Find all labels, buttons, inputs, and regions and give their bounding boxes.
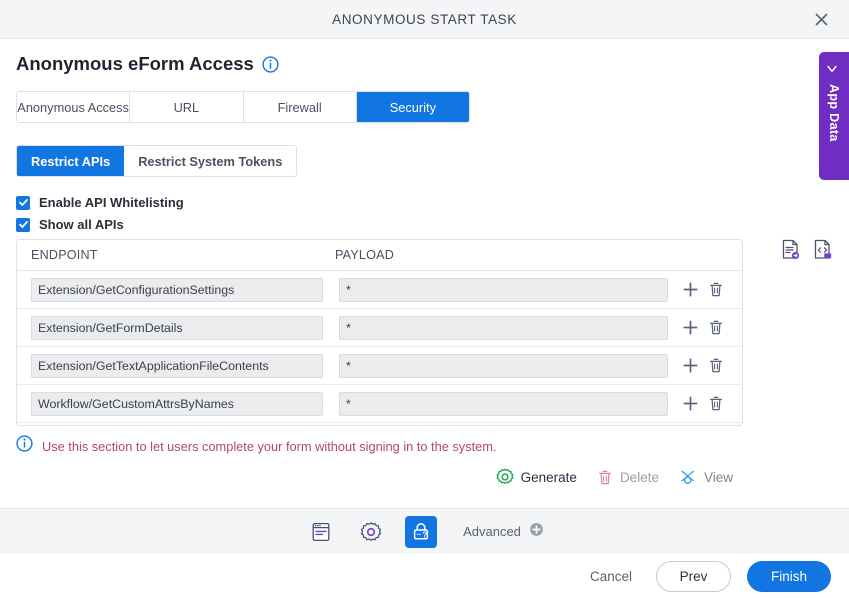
plus-icon[interactable] [682,281,699,298]
close-icon[interactable] [807,5,835,33]
options-group: Enable API Whitelisting Show all APIs [16,195,833,232]
table-header-row: ENDPOINT PAYLOAD [17,240,742,271]
gear-icon [496,468,514,484]
payload-input[interactable]: * [339,391,668,416]
finish-button[interactable]: Finish [747,560,831,592]
payload-input[interactable]: * [339,353,668,378]
anonymous-access-lock-icon[interactable]: ? [405,515,438,548]
export-apis-icon[interactable] [813,239,833,265]
tab-url[interactable]: URL [130,92,244,122]
checkbox-show-all-apis[interactable]: Show all APIs [16,217,833,232]
endpoint-input[interactable]: Extension/GetConfigurationSettings [31,277,323,302]
app-data-label: App Data [827,84,841,142]
checkbox-label: Enable API Whitelisting [39,195,184,210]
row-actions [682,357,730,374]
delete-button[interactable]: Delete [597,469,659,486]
payload-input[interactable]: * [339,277,668,302]
dialog-footer: Cancel Prev Finish [0,554,849,598]
svg-text:?: ? [422,529,427,539]
page-title-row: Anonymous eForm Access [16,53,833,75]
window-titlebar: ANONYMOUS START TASK [0,0,849,39]
delete-label: Delete [619,469,659,485]
section-tabs: Anonymous Access URL Firewall Security [16,91,470,123]
table-tools [781,239,833,265]
info-banner: Use this section to let users complete y… [16,435,833,457]
info-icon[interactable] [262,55,279,73]
endpoint-input[interactable]: Workflow/GetCustomAttrsByNames [31,391,323,416]
trash-icon [598,470,611,484]
advanced-label: Advanced [463,524,521,539]
chevron-left-icon [825,63,843,76]
prev-button[interactable]: Prev [656,560,731,592]
action-links: Generate Delete View [16,468,833,486]
table-row: Extension/GetConfigurationSettings * [17,271,742,309]
advanced-button[interactable]: Advanced [463,522,544,542]
cancel-button[interactable]: Cancel [582,563,640,590]
form-designer-icon[interactable] [305,516,337,548]
tab-anonymous-access[interactable]: Anonymous Access [17,92,131,122]
checkmark-icon [16,217,30,232]
generate-button[interactable]: Generate [496,468,577,486]
table-row [17,423,742,425]
checkmark-icon [16,195,30,210]
window-title: ANONYMOUS START TASK [332,11,517,27]
row-actions [682,319,730,336]
generate-label: Generate [520,469,577,485]
endpoint-input[interactable]: Extension/GetTextApplicationFileContents [31,353,323,378]
subtab-restrict-system-tokens[interactable]: Restrict System Tokens [124,146,297,176]
plus-circle-icon[interactable] [529,522,544,542]
security-subtabs: Restrict APIs Restrict System Tokens [16,145,298,177]
row-actions [682,395,730,412]
subtab-restrict-apis[interactable]: Restrict APIs [17,146,125,176]
page-title: Anonymous eForm Access [16,53,254,74]
view-button[interactable]: View [679,468,733,486]
view-label: View [703,469,733,485]
plus-icon[interactable] [682,395,699,412]
trash-icon[interactable] [708,357,724,374]
endpoint-input[interactable]: Extension/GetFormDetails [31,315,323,340]
tab-security[interactable]: Security [356,92,469,122]
tab-firewall[interactable]: Firewall [243,92,357,122]
table-row: Extension/GetFormDetails * [17,309,742,347]
dialog-body: Anonymous eForm Access Anonymous Access … [0,39,849,509]
table-row: Extension/GetTextApplicationFileContents… [17,347,742,385]
checkbox-enable-api-whitelisting[interactable]: Enable API Whitelisting [16,195,833,210]
row-actions [682,281,730,298]
trash-icon[interactable] [708,319,724,336]
plus-icon[interactable] [682,319,699,336]
trash-icon[interactable] [708,395,724,412]
table-row: Workflow/GetCustomAttrsByNames * [17,385,742,423]
payload-input[interactable]: * [339,315,668,340]
settings-gear-icon[interactable] [355,516,387,548]
info-banner-text: Use this section to let users complete y… [42,438,497,454]
bottom-toolbar: ? Advanced [0,508,849,554]
column-header-payload: PAYLOAD [335,248,395,262]
api-whitelist-table: ENDPOINT PAYLOAD Extension/GetConfigurat… [16,239,743,426]
view-icon [681,470,694,485]
column-header-endpoint: ENDPOINT [31,248,98,262]
trash-icon[interactable] [708,281,724,298]
import-apis-icon[interactable] [781,239,801,265]
plus-icon[interactable] [682,357,699,374]
info-icon [16,435,33,457]
checkbox-label: Show all APIs [39,217,124,232]
app-data-panel-toggle[interactable]: App Data [819,52,849,180]
